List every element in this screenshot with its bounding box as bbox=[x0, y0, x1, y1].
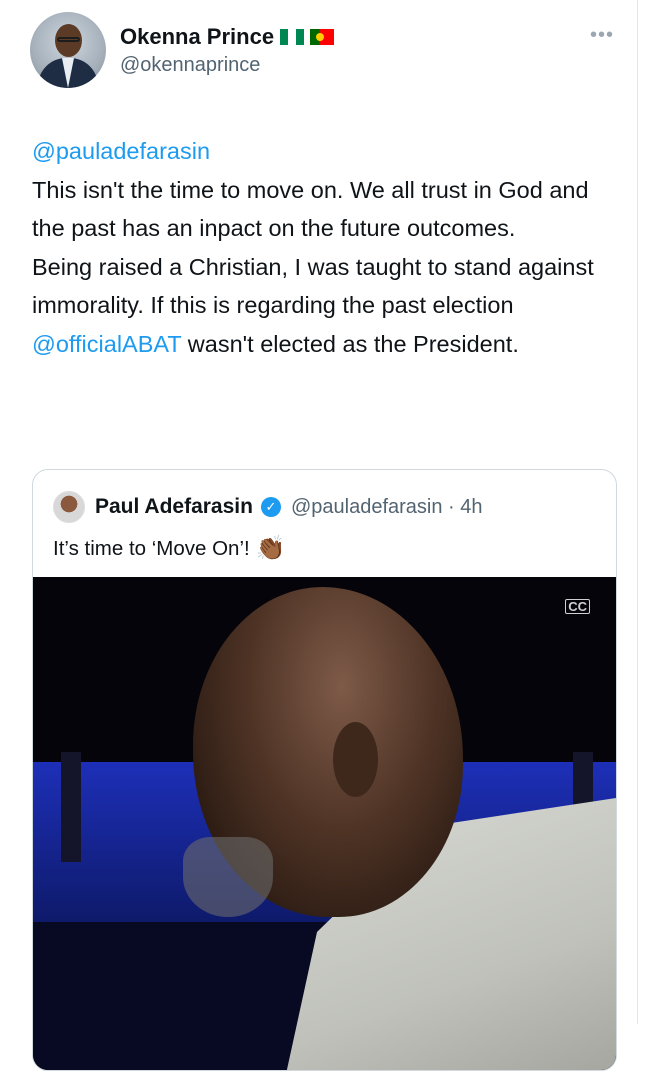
author-name-row[interactable]: Okenna Prince bbox=[120, 24, 335, 50]
tweet-paragraph-2: Being raised a Christian, I was taught t… bbox=[32, 248, 622, 364]
video-thumbnail[interactable]: CC bbox=[33, 577, 616, 1070]
quoted-author-handle-time[interactable]: @pauladefarasin · 4h bbox=[291, 496, 483, 519]
scrollbar-track[interactable] bbox=[637, 0, 644, 1024]
reply-mention-link[interactable]: @pauladefarasin bbox=[32, 138, 210, 164]
author-handle[interactable]: @okennaprince bbox=[120, 54, 260, 77]
tweet-header: Okenna Prince @okennaprince ••• bbox=[30, 12, 620, 92]
closed-captions-icon[interactable]: CC bbox=[565, 599, 590, 614]
tweet-body: @pauladefarasin This isn't the time to m… bbox=[32, 132, 622, 363]
quoted-tweet-card[interactable]: Paul Adefarasin ✓ @pauladefarasin · 4h I… bbox=[32, 469, 617, 1071]
quoted-tweet-text-row: It’s time to ‘Move On’! 👏🏾 bbox=[53, 534, 286, 563]
author-display-name[interactable]: Okenna Prince bbox=[120, 24, 274, 50]
clapping-hands-icon: 👏🏾 bbox=[255, 535, 286, 562]
tweet-paragraph-1: This isn't the time to move on. We all t… bbox=[32, 176, 589, 242]
person-ear bbox=[333, 722, 378, 797]
stage-post bbox=[61, 752, 81, 862]
quoted-author-name[interactable]: Paul Adefarasin bbox=[95, 495, 253, 519]
person-beard bbox=[183, 837, 273, 917]
scrollbar[interactable] bbox=[637, 0, 643, 1024]
quoted-tweet-header: Paul Adefarasin ✓ @pauladefarasin · 4h bbox=[53, 491, 483, 523]
quoted-author-avatar[interactable] bbox=[53, 491, 85, 523]
tweet-paragraph-2-end: wasn't elected as the President. bbox=[181, 330, 519, 357]
verified-badge-icon: ✓ bbox=[260, 497, 281, 517]
quoted-tweet-text: It’s time to ‘Move On’! bbox=[53, 536, 250, 560]
author-avatar[interactable] bbox=[30, 12, 106, 88]
more-options-icon[interactable]: ••• bbox=[590, 24, 614, 47]
nigeria-flag-icon bbox=[280, 29, 305, 45]
tweet-paragraph-2-start: Being raised a Christian, I was taught t… bbox=[32, 253, 594, 319]
avatar-glasses bbox=[57, 37, 80, 42]
portugal-flag-icon bbox=[310, 29, 335, 45]
official-abat-mention-link[interactable]: @officialABAT bbox=[32, 331, 181, 357]
